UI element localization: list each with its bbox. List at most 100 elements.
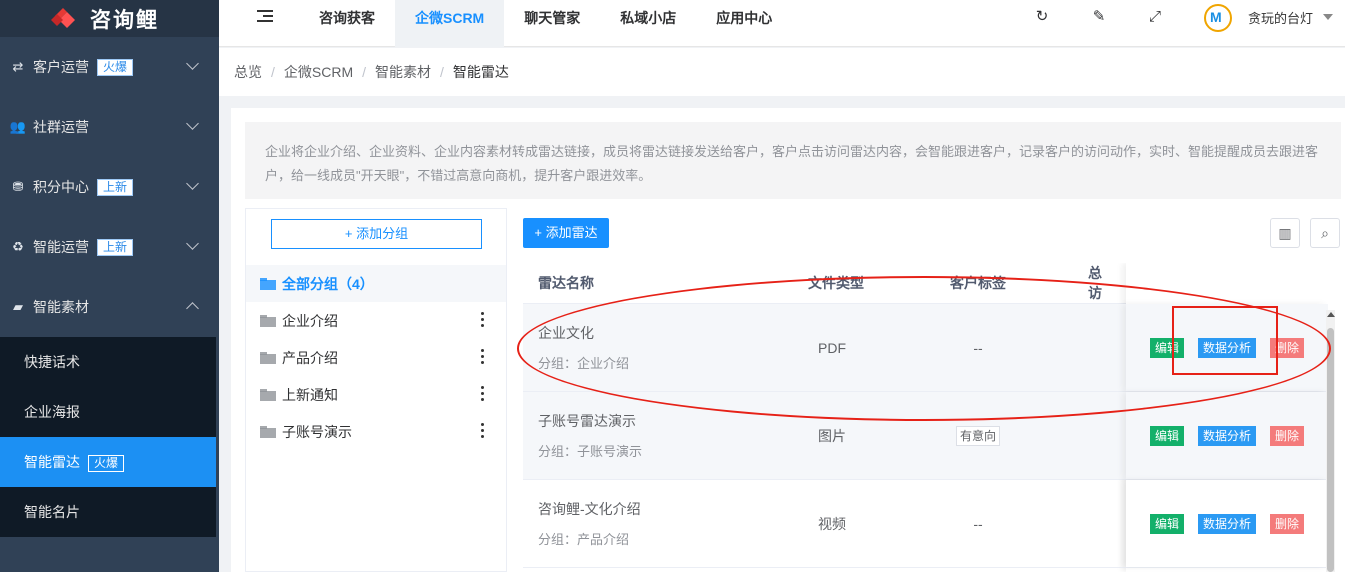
tab-wecom-scrm[interactable]: 企微SCRM — [395, 0, 505, 47]
breadcrumb-item[interactable]: 智能素材 — [375, 64, 431, 80]
folder-icon — [260, 388, 276, 401]
customer-tag: 有意向 — [955, 425, 1000, 446]
row-actions: 编辑 数据分析 删除 — [1126, 304, 1328, 391]
group-item[interactable]: 子账号演示 — [246, 413, 506, 450]
sidebar-item-smart-materials[interactable]: ▰ 智能素材 — [0, 277, 219, 337]
tab-app-center[interactable]: 应用中心 — [696, 0, 792, 47]
refresh-icon[interactable]: ↻ — [1033, 8, 1051, 26]
sidebar: 咨询鲤 ⇄ 客户运营 火爆 👥 社群运营 ⛃ 积分中心 上新 ♻ 智能运营 上新… — [0, 0, 219, 572]
edit-button[interactable]: 编辑 — [1149, 337, 1184, 358]
sidebar-subitem-posters[interactable]: 企业海报 — [0, 387, 216, 437]
delete-button[interactable]: 删除 — [1270, 425, 1305, 446]
hot-badge: 火爆 — [88, 455, 125, 472]
column-header-tag: 客户标签 — [950, 275, 1006, 291]
table-row[interactable]: 子账号雷达演示 分组：子账号演示 图片 有意向 编辑 数据分析 删除 — [523, 392, 1328, 480]
caret-down-icon[interactable] — [1323, 14, 1333, 20]
group-list: 全部分组（4） 企业介绍 产品介绍 上新通知 子账号演示 — [246, 265, 506, 450]
sidebar-item-label: 积分中心 — [33, 179, 89, 195]
more-vertical-icon[interactable] — [481, 349, 485, 365]
sidebar-subitem-business-card[interactable]: 智能名片 — [0, 487, 216, 537]
sidebar-item-label: 社群运营 — [33, 119, 89, 135]
group-item[interactable]: 企业介绍 — [246, 302, 506, 339]
sidebar-subitem-label: 智能名片 — [24, 504, 80, 520]
add-radar-button[interactable]: + 添加雷达 — [523, 218, 609, 248]
data-analysis-button[interactable]: 数据分析 — [1197, 513, 1256, 534]
edit-button[interactable]: 编辑 — [1149, 513, 1184, 534]
scrollbar-thumb[interactable] — [1327, 328, 1334, 572]
sidebar-item-label: 客户运营 — [33, 59, 89, 75]
sidebar-item-label: 智能素材 — [33, 299, 89, 315]
search-icon[interactable]: ⌕ — [1310, 218, 1340, 248]
group-label: 企业介绍 — [282, 312, 338, 329]
fullscreen-icon[interactable]: ⤢ — [1146, 8, 1164, 26]
chevron-down-icon — [186, 177, 199, 190]
sidebar-item-points-center[interactable]: ⛃ 积分中心 上新 — [0, 157, 219, 217]
breadcrumb-separator: / — [440, 64, 444, 80]
delete-button[interactable]: 删除 — [1270, 337, 1305, 358]
file-type: 图片 — [818, 427, 846, 444]
edit-button[interactable]: 编辑 — [1149, 425, 1184, 446]
table-row[interactable]: 咨询鲤-文化介绍 分组：产品介绍 视频 -- 编辑 数据分析 删除 — [523, 480, 1328, 568]
folder-icon — [260, 425, 276, 438]
breadcrumb-item[interactable]: 总览 — [234, 64, 262, 80]
hot-badge: 火爆 — [97, 58, 134, 76]
scroll-up-arrow-icon[interactable] — [1327, 312, 1335, 317]
feature-description: 企业将企业介绍、企业资料、企业内容素材转成雷达链接，成员将雷达链接发送给客户，客… — [245, 122, 1341, 199]
radar-group: 分组：子账号演示 — [538, 444, 643, 459]
breadcrumb-item[interactable]: 企微SCRM — [284, 64, 353, 80]
file-type: 视频 — [818, 515, 846, 532]
delete-button[interactable]: 删除 — [1270, 513, 1305, 534]
sidebar-item-customer-ops[interactable]: ⇄ 客户运营 火爆 — [0, 37, 219, 97]
brand-logo-icon — [51, 8, 75, 28]
radar-name: 企业文化 — [538, 325, 594, 341]
chevron-down-icon — [186, 57, 199, 70]
brand-name: 咨询鲤 — [90, 8, 159, 32]
group-label: 子账号演示 — [282, 423, 352, 440]
group-item-all[interactable]: 全部分组（4） — [246, 265, 506, 302]
menu-toggle-icon[interactable] — [257, 10, 273, 24]
tab-private-shop[interactable]: 私域小店 — [600, 0, 696, 47]
data-analysis-button[interactable]: 数据分析 — [1197, 337, 1256, 358]
more-vertical-icon[interactable] — [481, 386, 485, 402]
row-actions: 编辑 数据分析 删除 — [1126, 480, 1328, 567]
add-group-button[interactable]: + 添加分组 — [271, 219, 482, 249]
tab-chat-manager[interactable]: 聊天管家 — [504, 0, 600, 47]
app-root: 咨询鲤 ⇄ 客户运营 火爆 👥 社群运营 ⛃ 积分中心 上新 ♻ 智能运营 上新… — [0, 0, 1345, 572]
group-label: 全部分组（4） — [282, 275, 374, 292]
radar-group: 分组：产品介绍 — [538, 532, 630, 547]
top-nav-tabs: 咨询获客 企微SCRM 聊天管家 私域小店 应用中心 — [299, 0, 792, 47]
sidebar-item-community-ops[interactable]: 👥 社群运营 — [0, 97, 219, 157]
refresh-icon: ⇄ — [12, 59, 24, 74]
folder-icon — [260, 351, 276, 364]
sidebar-subitem-label: 企业海报 — [24, 404, 80, 420]
sidebar-subitem-quick-replies[interactable]: 快捷话术 — [0, 337, 216, 387]
broom-icon[interactable]: ✎ — [1090, 8, 1108, 26]
radar-name: 子账号雷达演示 — [538, 413, 636, 429]
more-vertical-icon[interactable] — [481, 312, 485, 328]
radar-table: 雷达名称 文件类型 客户标签 总访 操作 企业文化分组：企业介绍 PDF -- … — [523, 263, 1328, 572]
logo: 咨询鲤 — [0, 0, 219, 37]
radar-name: 咨询鲤-文化介绍 — [538, 501, 641, 517]
table-row[interactable]: 企业文化 分组：企业介绍 PDF -- 编辑 数据分析 删除 — [523, 304, 1328, 392]
chevron-down-icon — [186, 237, 199, 250]
table-scrollbar[interactable] — [1326, 310, 1335, 572]
top-navbar: 咨询获客 企微SCRM 聊天管家 私域小店 应用中心 ↻ ✎ ⤢ 贪玩的台灯 — [219, 0, 1345, 47]
coins-icon: ⛃ — [12, 179, 24, 194]
more-vertical-icon[interactable] — [481, 423, 485, 439]
columns-icon[interactable]: ▥ — [1270, 218, 1300, 248]
group-item[interactable]: 产品介绍 — [246, 339, 506, 376]
radar-group: 分组：企业介绍 — [538, 356, 630, 371]
tab-consult-acquire[interactable]: 咨询获客 — [299, 0, 395, 47]
recycle-icon: ♻ — [12, 239, 24, 254]
file-type: PDF — [818, 339, 846, 356]
sidebar-subitem-smart-radar[interactable]: 智能雷达 火爆 — [0, 437, 216, 487]
folder-icon — [260, 314, 276, 327]
users-icon: 👥 — [9, 119, 27, 134]
group-item[interactable]: 上新通知 — [246, 376, 506, 413]
user-name[interactable]: 贪玩的台灯 — [1248, 8, 1313, 27]
data-analysis-button[interactable]: 数据分析 — [1197, 425, 1256, 446]
avatar[interactable] — [1204, 4, 1232, 32]
sidebar-subitem-label: 智能雷达 — [24, 454, 80, 470]
sidebar-item-smart-ops[interactable]: ♻ 智能运营 上新 — [0, 217, 219, 277]
new-badge: 上新 — [97, 238, 134, 256]
